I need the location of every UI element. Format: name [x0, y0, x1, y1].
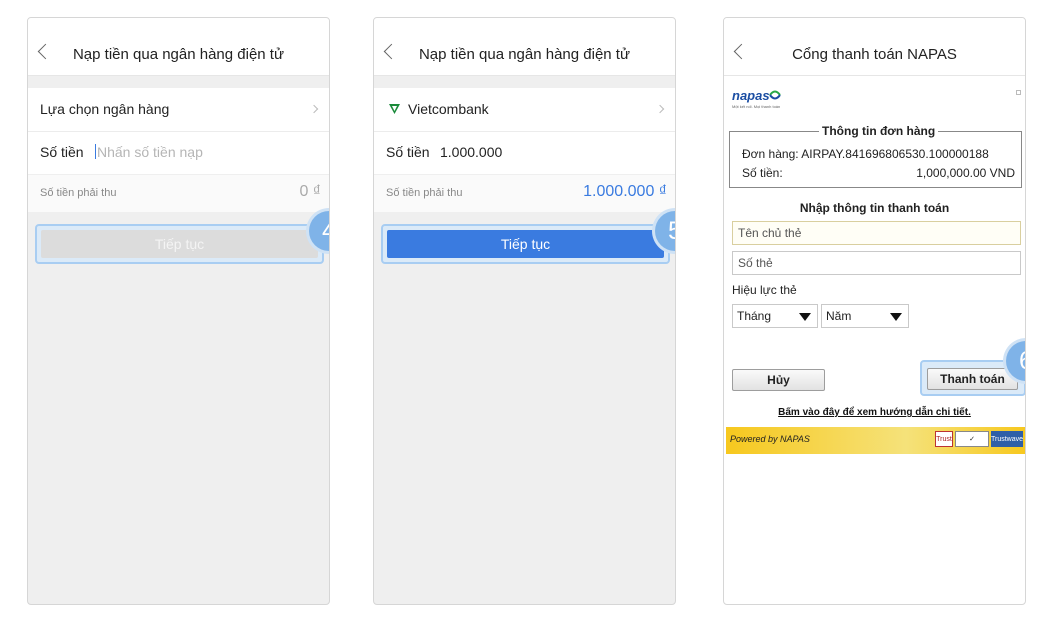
- payable-value: 0 ₫: [299, 183, 321, 200]
- chevron-right-icon: [309, 104, 319, 114]
- text-cursor: [95, 144, 96, 159]
- verified-seal-icon: ✓: [955, 431, 989, 447]
- header: Nạp tiền qua ngân hàng điện tử: [28, 18, 329, 76]
- order-amount-label: Số tiền:: [742, 166, 783, 180]
- order-info-legend: Thông tin đơn hàng: [819, 124, 939, 138]
- cancel-button[interactable]: Hủy: [732, 369, 825, 391]
- amount-input[interactable]: 1.000.000: [440, 144, 502, 160]
- bank-select-label: Lựa chọn ngân hàng: [40, 101, 170, 117]
- cardholder-name-input[interactable]: Tên chủ thẻ: [732, 221, 1021, 245]
- security-seal-1: Trust: [935, 431, 953, 447]
- napas-logo: napas: [732, 88, 770, 103]
- year-select[interactable]: Năm: [821, 304, 909, 328]
- napas-tagline: Một kết nối. Mọi thanh toán: [732, 104, 781, 109]
- amount-row[interactable]: Số tiền Nhấn số tiền nạp: [28, 132, 329, 174]
- screen-bank-deposit-filled: Nạp tiền qua ngân hàng điện tử Vietcomba…: [373, 17, 676, 605]
- amount-row[interactable]: Số tiền 1.000.000: [374, 132, 675, 174]
- payable-row: Số tiền phải thu 0 ₫: [28, 175, 329, 212]
- continue-button[interactable]: Tiếp tục: [41, 230, 318, 258]
- screen-bank-deposit-empty: Nạp tiền qua ngân hàng điện tử Lựa chọn …: [27, 17, 330, 605]
- page-title: Cổng thanh toán NAPAS: [792, 46, 957, 63]
- bank-name: Vietcombank: [408, 101, 489, 117]
- continue-button-highlight: Tiếp tục: [381, 224, 670, 264]
- payable-value: 1.000.000 ₫: [583, 183, 667, 200]
- continue-button-highlight: Tiếp tục: [35, 224, 324, 264]
- powered-by-text: Powered by NAPAS: [730, 434, 810, 444]
- continue-button[interactable]: Tiếp tục: [387, 230, 664, 258]
- help-link[interactable]: Bấm vào đây để xem hướng dẫn chi tiết.: [724, 407, 1025, 418]
- order-amount-value: 1,000,000.00 VND: [916, 166, 1015, 180]
- dropdown-arrow-icon: [799, 313, 811, 321]
- amount-input[interactable]: Nhấn số tiền nạp: [97, 144, 203, 160]
- card-number-input[interactable]: Số thẻ: [732, 251, 1021, 275]
- napas-swirl-icon: [769, 90, 781, 100]
- payable-label: Số tiền phải thu: [40, 187, 117, 199]
- bank-select-row[interactable]: Lựa chọn ngân hàng: [28, 88, 329, 131]
- screen-napas-gateway: Cổng thanh toán NAPAS napas Một kết nối.…: [723, 17, 1026, 605]
- pay-button[interactable]: Thanh toán: [927, 368, 1018, 390]
- amount-label: Số tiền: [40, 144, 84, 160]
- order-info-box: Thông tin đơn hàng Đơn hàng: AIRPAY.8416…: [729, 124, 1022, 188]
- header: Nạp tiền qua ngân hàng điện tử: [374, 18, 675, 76]
- order-id: Đơn hàng: AIRPAY.841696806530.100000188: [742, 147, 989, 161]
- card-validity-label: Hiệu lực thẻ: [732, 283, 797, 297]
- month-select[interactable]: Tháng: [732, 304, 818, 328]
- payable-label: Số tiền phải thu: [386, 187, 463, 199]
- chevron-right-icon: [655, 104, 665, 114]
- payable-row: Số tiền phải thu 1.000.000 ₫: [374, 175, 675, 212]
- payment-info-heading: Nhập thông tin thanh toán: [799, 201, 950, 215]
- vietcombank-logo-icon: [389, 104, 400, 114]
- page-title: Nạp tiền qua ngân hàng điện tử: [418, 46, 631, 63]
- trustwave-seal: Trustwave: [991, 431, 1023, 447]
- year-select-value: Năm: [826, 309, 852, 323]
- bank-select-row[interactable]: Vietcombank: [374, 88, 675, 131]
- header: Cổng thanh toán NAPAS: [724, 18, 1025, 76]
- page-title: Nạp tiền qua ngân hàng điện tử: [72, 46, 285, 63]
- amount-label: Số tiền: [386, 144, 430, 160]
- napas-footer: Powered by NAPAS Trust ✓ Trustwave: [726, 427, 1025, 454]
- dropdown-arrow-icon: [890, 313, 902, 321]
- month-select-value: Tháng: [737, 309, 772, 323]
- broken-image-icon: [1016, 90, 1021, 95]
